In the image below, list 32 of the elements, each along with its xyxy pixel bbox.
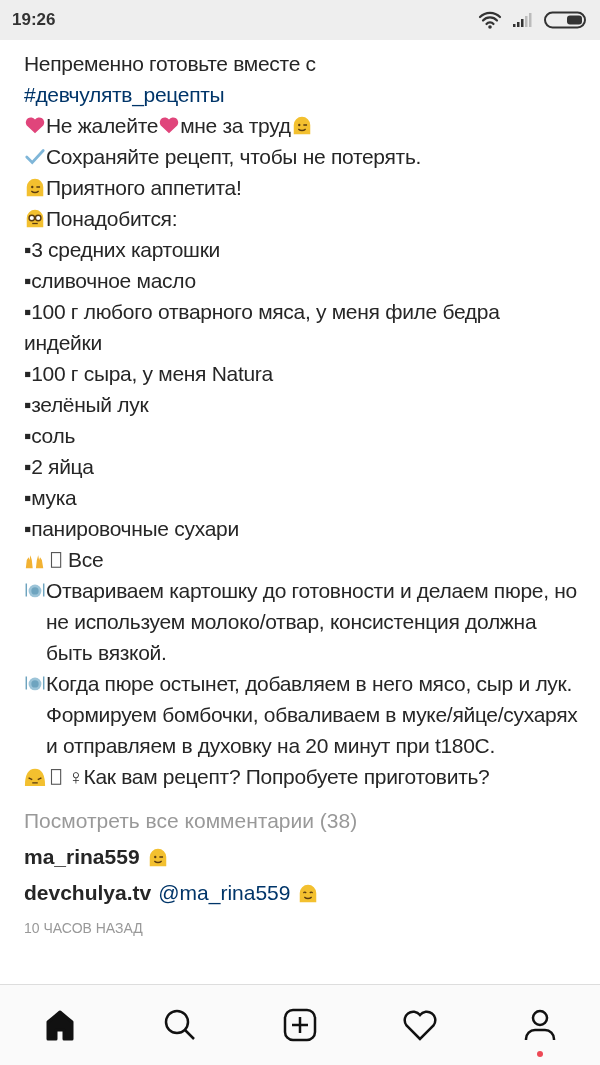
post-text: Непременно готовьте вместе с [24, 51, 316, 77]
post-text: ▪100 г сыра, у меня Natura [24, 361, 273, 387]
post-text: ▪зелёный лук [24, 392, 149, 418]
post-text: Когда пюре остынет, добавляем в него мясо, сыр и лук. Формируем бомбочки, обваливаем в муке/яйце/сухарях и отправляем в духовку на 20 минут при t180C. [46, 671, 578, 759]
battery-icon [544, 11, 588, 29]
post-text: ▪панировочные сухари [24, 516, 239, 542]
clock: 19:26 [12, 10, 56, 30]
mention-link[interactable]: @ma_rina559 [158, 878, 291, 908]
post-text: ▪100 г любого отварного мяса, у меня филе бедра индейки [24, 299, 501, 356]
post-text: Сохраняйте рецепт, чтобы не потерять. [46, 144, 422, 170]
post-text: Все [68, 547, 104, 573]
username-link[interactable]: ma_rina559 [24, 842, 140, 872]
signal-icon [512, 12, 534, 28]
post-text: ♀Как вам рецепт? Попробуете приготовить? [68, 764, 490, 790]
post-text: мне за труд [180, 113, 291, 139]
winking-face-icon [24, 176, 46, 198]
hashtag-link[interactable]: #девчулятв_рецепты [24, 79, 225, 110]
post-text: ▪3 средних картошки [24, 237, 220, 263]
heart-icon [24, 114, 46, 136]
wifi-icon [478, 11, 502, 29]
post-text: ▪сливочное масло [24, 268, 196, 294]
username-link[interactable]: devchulya.tv [24, 878, 152, 908]
post-text: Не жалейте [46, 113, 159, 139]
post-text: ▪2 яйца [24, 454, 94, 480]
post-text: Приятного аппетита! [46, 175, 242, 201]
timestamp: 10 ЧАСОВ НАЗАД [24, 920, 144, 936]
heart-icon [158, 114, 181, 136]
post-text: ▪соль [24, 423, 76, 449]
post-text: Отвариваем картошку до готовности и делаем пюре, но не используем молоко/отвар, консистенция должна быть вязкой. [46, 578, 578, 666]
post-text: ▪мука [24, 485, 77, 511]
post-text: Понадобится: [46, 206, 178, 232]
glasses-face-icon [24, 207, 46, 229]
